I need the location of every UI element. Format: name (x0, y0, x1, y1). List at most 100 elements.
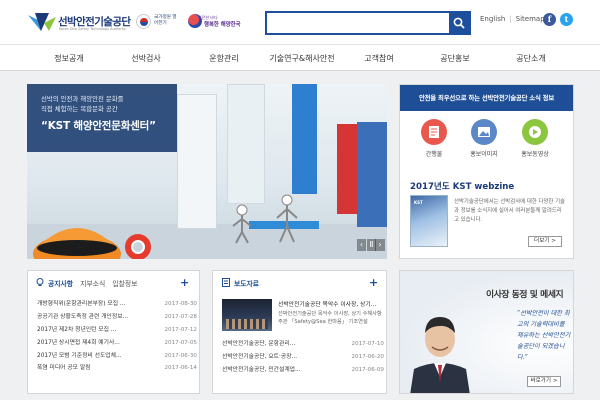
press-date: 2017-06-20 (351, 354, 384, 360)
press-panel: 보도자료 + 선박안전기술공단 목악수 이사장, 상기... 선박안전기술공단 … (212, 270, 387, 394)
press-list: 선박안전기술공단, 운항관리... 2017-07-10 선박안전기술공단, 요트… (222, 338, 384, 377)
notice-title: 폭염 미디어 공모 알림 (37, 365, 91, 372)
hero-title: “KST 해양안전문화센터” (41, 120, 156, 132)
press-title: 선박안전기술공단, 요트·공장... (222, 354, 298, 360)
ceo-title: 이사장 동정 및 메세지 (486, 290, 564, 300)
notice-title: 공공기관 상황도측정 관련 개인정보... (37, 313, 129, 320)
nav-item-ship-inspection[interactable]: 선박검사 (131, 53, 160, 64)
ceo-portrait-icon (410, 317, 470, 393)
webzine-cover-image[interactable]: KST (410, 195, 448, 247)
utility-links: English | Sitemap (480, 15, 545, 23)
list-item[interactable]: 2017년 모범 기준정비 선도업체... 2017-06-30 (37, 350, 197, 363)
notice-tabs: 공지사항 지부소식 입찰정보 (48, 278, 137, 288)
press-more-icon[interactable]: + (369, 276, 378, 289)
main-nav: 정보공개 선박검사 운항관리 기술연구&해사안전 고객참여 공단홍보 공단소개 (0, 44, 600, 71)
facebook-icon[interactable]: f (543, 13, 556, 26)
publications-link[interactable]: 간행물 (411, 119, 457, 158)
list-item[interactable]: 선박안전기술공단, 민간설계업... 2017-06-09 (222, 364, 384, 377)
ceo-shortcut-button[interactable]: 바로가기 > (527, 376, 561, 387)
hero-blue-wall (292, 84, 317, 194)
press-headline[interactable]: 선박안전기술공단 목악수 이사장, 상기... (278, 299, 382, 308)
hero-next-button[interactable]: › (375, 239, 385, 251)
hero-prev-button[interactable]: ‹ (357, 239, 366, 251)
press-thumbnail-audience (226, 319, 268, 329)
publications-icon (421, 119, 447, 145)
notice-date: 2017-07-12 (164, 326, 197, 333)
tab-branch-news[interactable]: 지부소식 (80, 280, 105, 288)
list-item[interactable]: 2017년 제2차 청년인턴 모집 ... 2017-07-12 (37, 324, 197, 337)
list-item[interactable]: 선박안전기술공단, 요트·공장... 2017-06-20 (222, 351, 384, 364)
hero-blue-screen (357, 122, 387, 227)
pr-images-label: 홍보이미지 (470, 151, 498, 158)
slogan-text: 행복한 해양한국 (204, 22, 241, 28)
nav-item-operation[interactable]: 운항관리 (209, 53, 238, 64)
hero-line2: 직접 체험하는 복합문화 공간 (41, 105, 118, 113)
hero-line1: 선박의 안전과 해양안전 문화를 (41, 95, 124, 103)
tab-press-release[interactable]: 보도자료 (234, 280, 259, 288)
notice-title: 2017년 모범 기준정비 선도업체... (37, 352, 122, 359)
news-panel-heading: 안전을 최우선으로 하는 선박안전기술공단 소식 정보 (400, 85, 573, 111)
press-date: 2017-06-09 (351, 367, 384, 373)
notice-date: 2017-07-28 (164, 313, 197, 320)
search-input[interactable] (267, 13, 449, 33)
notice-date: 2017-07-05 (164, 339, 197, 346)
slogan-banner[interactable]: 안전한 바다 행복한 해양한국 (188, 13, 246, 33)
notice-panel: 공지사항 지부소식 입찰정보 + 개방형직위(운항관리본부장) 모집 ... 20… (27, 270, 200, 394)
national-flag-banner[interactable]: 국가정원 열어한기 (136, 13, 184, 33)
notice-title: 2017년 상시면접 제4회 예기사... (37, 339, 120, 346)
list-item[interactable]: 선박안전기술공단, 운항관리... 2017-07-10 (222, 338, 384, 351)
ceo-panel: 이사장 동정 및 메세지 “선박안전이 대한 최고의 기술력대비를 제유하는 선… (399, 270, 574, 394)
hero-red-panel (337, 124, 357, 214)
press-tabs: 보도자료 (234, 278, 259, 288)
nav-item-pr[interactable]: 공단홍보 (440, 53, 469, 64)
flag-text: 국가정원 열어한기 (154, 15, 177, 26)
search-box (265, 11, 471, 35)
notice-more-icon[interactable]: + (180, 276, 189, 289)
hero-caption: 선박의 안전과 해양안전 문화를 직접 체험하는 복합문화 공간 “KST 해양… (27, 84, 177, 152)
list-item[interactable]: 개방형직위(운항관리본부장) 모집 ... 2017-08-30 (37, 298, 197, 311)
nav-item-about[interactable]: 공단소개 (516, 53, 545, 64)
pr-videos-link[interactable]: 홍보동영상 (512, 119, 558, 158)
pr-video-icon (522, 119, 548, 145)
nav-item-customer[interactable]: 고객참여 (364, 53, 393, 64)
notice-title: 개방형직위(운항관리본부장) 모집 ... (37, 301, 126, 307)
life-ring-icon (125, 234, 151, 259)
news-panel: 안전을 최우선으로 하는 선박안전기술공단 소식 정보 간행물 홍보이미지 홍보… (399, 84, 574, 259)
hero-figure-icon (276, 194, 298, 243)
list-item[interactable]: 공공기관 상황도측정 관련 개인정보... 2017-07-28 (37, 311, 197, 324)
nav-item-research[interactable]: 기술연구&해사안전 (269, 53, 334, 64)
notice-title: 2017년 제2차 청년인턴 모집 ... (37, 326, 117, 333)
notice-date: 2017-06-30 (164, 352, 197, 359)
utility-separator: | (509, 15, 512, 23)
notice-date: 2017-08-30 (164, 301, 197, 307)
sitemap-link[interactable]: Sitemap (516, 15, 545, 23)
webzine-title[interactable]: 2017년도 KST webzine (410, 180, 514, 192)
press-description: 선박안전기술공단 목악수 이사장, 상기 수해사항 주관 「Safety@Sea… (278, 311, 382, 325)
nav-item-info[interactable]: 정보공개 (54, 53, 83, 64)
pr-videos-label: 홍보동영상 (521, 151, 549, 158)
tab-notice[interactable]: 공지사항 (48, 280, 73, 288)
document-icon (222, 278, 230, 287)
english-link[interactable]: English (480, 15, 505, 23)
publications-label: 간행물 (425, 151, 443, 158)
search-icon (453, 17, 465, 29)
pr-images-link[interactable]: 홍보이미지 (461, 119, 507, 158)
webzine-more-button[interactable]: 더보기 > (528, 236, 562, 247)
logo[interactable]: 선박안전기술공단 Korea Ship Safety Technology Au… (27, 11, 132, 37)
twitter-icon[interactable]: t (560, 13, 573, 26)
press-thumbnail-image[interactable] (222, 299, 272, 331)
list-item[interactable]: 폭염 미디어 공모 알림 2017-06-14 (37, 362, 197, 375)
press-title: 선박안전기술공단, 운항관리... (222, 341, 296, 347)
hero-banner[interactable]: 선박의 안전과 해양안전 문화를 직접 체험하는 복합문화 공간 “KST 해양… (27, 84, 387, 259)
notice-list: 개방형직위(운항관리본부장) 모집 ... 2017-08-30 공공기관 상황도… (37, 298, 197, 375)
logo-mark-icon (28, 13, 56, 31)
life-raft-icon (33, 228, 121, 259)
hero-pillar (177, 94, 217, 229)
hero-figure-icon (232, 204, 252, 244)
flag-icon (136, 14, 151, 29)
search-button[interactable] (449, 13, 469, 33)
tab-bid-info[interactable]: 입찰정보 (112, 280, 137, 288)
header: 선박안전기술공단 Korea Ship Safety Technology Au… (0, 0, 600, 44)
list-item[interactable]: 2017년 상시면접 제4회 예기사... 2017-07-05 (37, 337, 197, 350)
notice-date: 2017-06-14 (164, 365, 197, 372)
